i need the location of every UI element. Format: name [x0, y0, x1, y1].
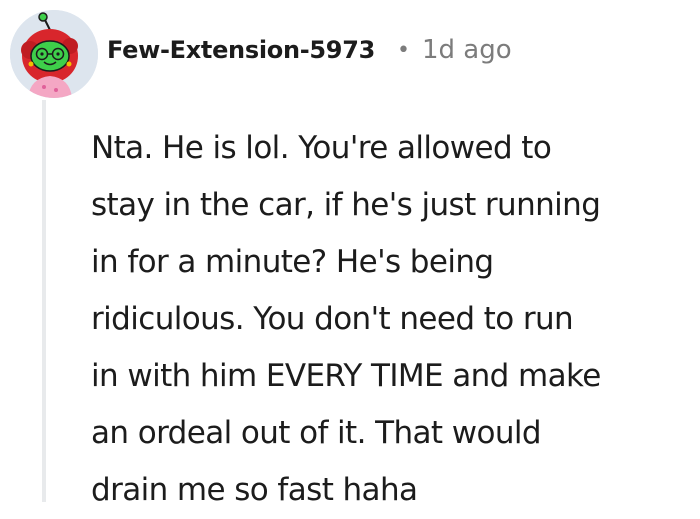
comment-body-line: drain me so fast haha — [91, 472, 418, 508]
comment-body-line: ridiculous. You don't need to run — [91, 301, 574, 337]
comment-body-line: in with him EVERY TIME and make — [91, 358, 601, 394]
meta-separator: • — [397, 37, 410, 63]
comment-body: Nta. He is lol. You're allowed to stay i… — [91, 120, 691, 519]
comment-body-line: in for a minute? He's being — [91, 244, 494, 280]
comment-meta: Few-Extension-5973 • 1d ago — [107, 30, 512, 70]
username-link[interactable]: Few-Extension-5973 — [107, 36, 375, 64]
comment-body-line: stay in the car, if he's just running — [91, 187, 601, 223]
comment-timestamp[interactable]: 1d ago — [422, 35, 512, 65]
user-avatar[interactable] — [10, 10, 98, 98]
comment-body-line: Nta. He is lol. You're allowed to — [91, 130, 552, 166]
comment: Few-Extension-5973 • 1d ago Nta. He is l… — [0, 0, 700, 508]
comment-body-line: an ordeal out of it. That would — [91, 415, 542, 451]
reddit-snoo-avatar-icon — [10, 10, 98, 98]
thread-line[interactable] — [42, 100, 46, 502]
